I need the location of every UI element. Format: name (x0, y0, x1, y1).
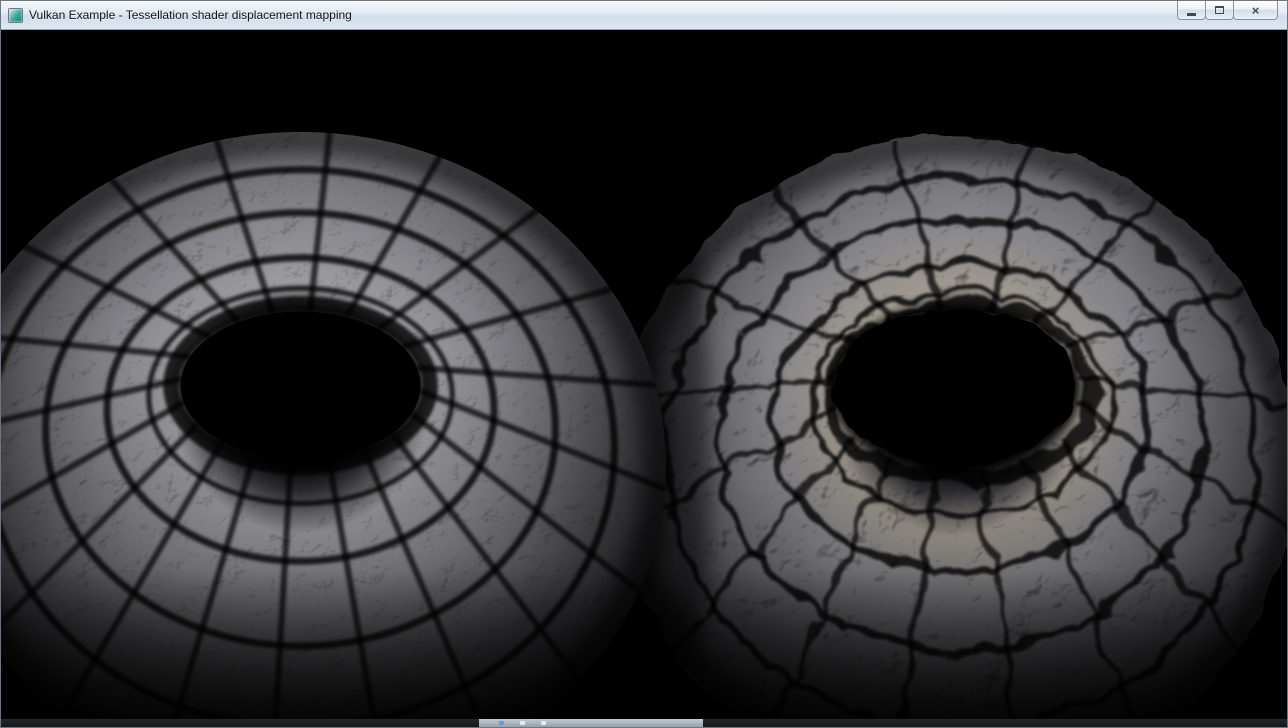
close-icon: × (1252, 4, 1260, 17)
app-icon (8, 8, 23, 23)
maximize-icon (1215, 6, 1224, 14)
maximize-button[interactable] (1205, 1, 1234, 20)
taskbar-peek (479, 719, 703, 727)
app-window: Vulkan Example - Tessellation shader dis… (0, 0, 1288, 728)
minimize-icon (1187, 13, 1196, 16)
taskbar-icon (499, 721, 504, 725)
bottom-vignette (1, 569, 1287, 719)
window-bottom-frame (1, 719, 1287, 727)
close-button[interactable]: × (1233, 1, 1278, 20)
title-bar[interactable]: Vulkan Example - Tessellation shader dis… (1, 1, 1287, 30)
caption-buttons: × (1178, 1, 1278, 20)
window-title: Vulkan Example - Tessellation shader dis… (29, 8, 352, 22)
torus-hole (831, 307, 1081, 469)
torus-hole (178, 309, 424, 463)
minimize-button[interactable] (1177, 1, 1206, 20)
torus-scene (1, 30, 1287, 719)
render-viewport[interactable] (1, 30, 1287, 719)
taskbar-icon (541, 721, 546, 725)
taskbar-icon (520, 721, 525, 725)
